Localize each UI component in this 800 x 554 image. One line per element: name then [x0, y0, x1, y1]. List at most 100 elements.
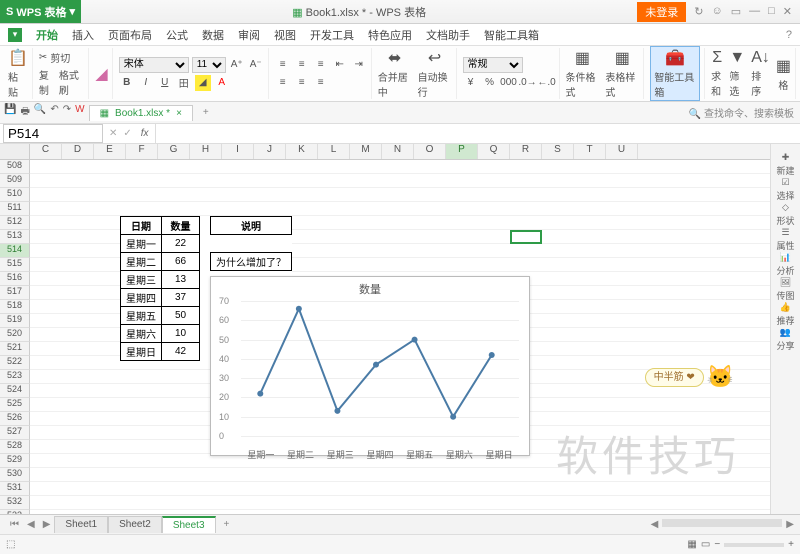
table-cell[interactable]: 37: [162, 289, 200, 307]
col-header[interactable]: K: [286, 144, 318, 159]
align-top-button[interactable]: ≡: [275, 57, 291, 73]
new-tab-button[interactable]: +: [197, 107, 215, 118]
menu-tab-10[interactable]: 智能工具箱: [484, 27, 539, 43]
ribbon-toggle-icon[interactable]: ▭: [731, 5, 741, 18]
table-cell[interactable]: 13: [162, 271, 200, 289]
comma-button[interactable]: 000: [501, 75, 517, 91]
table-cell[interactable]: 星期四: [121, 289, 162, 307]
col-header[interactable]: H: [190, 144, 222, 159]
format-brush-button[interactable]: ◢: [95, 64, 107, 84]
format-button[interactable]: ▦格: [776, 56, 791, 92]
cond-format-button[interactable]: ▦条件格式: [566, 48, 600, 99]
table-cell[interactable]: [200, 325, 211, 343]
table-cell[interactable]: [200, 289, 211, 307]
table-cell[interactable]: [200, 271, 211, 289]
table-cell[interactable]: 为什么增加了？: [211, 253, 292, 271]
menu-tab-4[interactable]: 数据: [202, 27, 224, 43]
merge-center-button[interactable]: ⬌合并居中: [378, 48, 412, 99]
qa-save-icon[interactable]: 💾: [4, 104, 16, 121]
row-header[interactable]: 518: [0, 300, 30, 314]
col-header[interactable]: F: [126, 144, 158, 159]
minimize-icon[interactable]: —: [749, 5, 760, 18]
menu-tab-9[interactable]: 文档助手: [426, 27, 470, 43]
name-box[interactable]: [3, 124, 103, 143]
table-header[interactable]: 日期: [121, 217, 162, 235]
bold-button[interactable]: B: [119, 75, 135, 91]
table-header[interactable]: 说明: [211, 217, 292, 235]
table-cell[interactable]: [200, 253, 211, 271]
decrease-font-button[interactable]: A⁻: [248, 57, 264, 73]
row-header[interactable]: 531: [0, 482, 30, 496]
side-item-2[interactable]: ◇形状: [776, 202, 794, 227]
sheet-tab[interactable]: Sheet3: [162, 516, 216, 533]
table-cell[interactable]: 星期日: [121, 343, 162, 361]
sheet-nav-next-icon[interactable]: ▶: [39, 519, 55, 530]
menu-tab-0[interactable]: 开始: [36, 27, 58, 43]
sheet-tab[interactable]: Sheet1: [54, 516, 108, 533]
border-button[interactable]: 田: [176, 75, 192, 91]
col-header[interactable]: I: [222, 144, 254, 159]
sheet-nav-first-icon[interactable]: ⏮: [6, 519, 23, 530]
embedded-chart[interactable]: 数量 010203040506070 星期一星期二星期三星期四星期五星期六星期日: [210, 276, 530, 456]
side-item-1[interactable]: ☑选择: [776, 177, 794, 202]
table-cell[interactable]: 星期五: [121, 307, 162, 325]
fx-button[interactable]: fx: [135, 128, 155, 139]
font-size-select[interactable]: 11: [192, 57, 226, 73]
zoom-out-icon[interactable]: −: [714, 539, 720, 550]
col-header[interactable]: O: [414, 144, 446, 159]
percent-button[interactable]: %: [482, 75, 498, 91]
command-search[interactable]: 🔍 查找命令、搜索模板: [689, 105, 794, 120]
table-cell[interactable]: 星期二: [121, 253, 162, 271]
sort-button[interactable]: A↓排序: [751, 49, 770, 98]
doc-tab[interactable]: ▦ Book1.xlsx * ×: [89, 105, 193, 121]
qa-preview-icon[interactable]: 🔍: [34, 104, 46, 121]
sheet-nav-prev-icon[interactable]: ◀: [23, 519, 39, 530]
menu-tab-1[interactable]: 插入: [72, 27, 94, 43]
side-item-0[interactable]: ✚新建: [776, 152, 794, 177]
col-header[interactable]: D: [62, 144, 94, 159]
menu-tab-3[interactable]: 公式: [166, 27, 188, 43]
close-icon[interactable]: ✕: [783, 5, 792, 18]
fill-color-button[interactable]: ◢: [195, 75, 211, 91]
row-header[interactable]: 528: [0, 440, 30, 454]
table-style-button[interactable]: ▦表格样式: [605, 48, 639, 99]
qa-redo-icon[interactable]: ↷: [63, 104, 71, 121]
col-header[interactable]: R: [510, 144, 542, 159]
underline-button[interactable]: U: [157, 75, 173, 91]
formula-input[interactable]: [155, 124, 800, 143]
file-menu-button[interactable]: ▾: [8, 28, 22, 42]
row-header[interactable]: 520: [0, 328, 30, 342]
select-all-corner[interactable]: [0, 144, 30, 159]
cut-icon[interactable]: ✂: [39, 52, 47, 63]
row-header[interactable]: 527: [0, 426, 30, 440]
help-icon[interactable]: ?: [786, 29, 792, 41]
col-header[interactable]: M: [350, 144, 382, 159]
fn-accept-icon[interactable]: ✓: [120, 128, 134, 139]
indent-inc-button[interactable]: ⇥: [351, 57, 367, 73]
view-normal-icon[interactable]: ▦: [687, 539, 696, 550]
table-cell[interactable]: 66: [162, 253, 200, 271]
sheet-tab[interactable]: Sheet2: [108, 516, 162, 533]
row-header[interactable]: 517: [0, 286, 30, 300]
table-cell[interactable]: 星期六: [121, 325, 162, 343]
zoom-in-icon[interactable]: +: [788, 539, 794, 550]
doc-tab-close-icon[interactable]: ×: [176, 108, 182, 119]
menu-tab-6[interactable]: 视图: [274, 27, 296, 43]
dec-inc-button[interactable]: .0→: [520, 75, 536, 91]
view-page-icon[interactable]: ▭: [701, 539, 710, 550]
italic-button[interactable]: I: [138, 75, 154, 91]
row-header[interactable]: 519: [0, 314, 30, 328]
zoom-slider[interactable]: [724, 543, 784, 547]
row-header[interactable]: 516: [0, 272, 30, 286]
indent-dec-button[interactable]: ⇤: [332, 57, 348, 73]
maximize-icon[interactable]: □: [768, 5, 775, 18]
table-cell[interactable]: [200, 235, 211, 253]
menu-tab-2[interactable]: 页面布局: [108, 27, 152, 43]
col-header[interactable]: U: [606, 144, 638, 159]
sync-icon[interactable]: ↻: [694, 5, 703, 18]
col-header[interactable]: N: [382, 144, 414, 159]
col-header[interactable]: E: [94, 144, 126, 159]
font-color-button[interactable]: A: [214, 75, 230, 91]
table-cell[interactable]: [200, 343, 211, 361]
dec-dec-button[interactable]: ←.0: [539, 75, 555, 91]
